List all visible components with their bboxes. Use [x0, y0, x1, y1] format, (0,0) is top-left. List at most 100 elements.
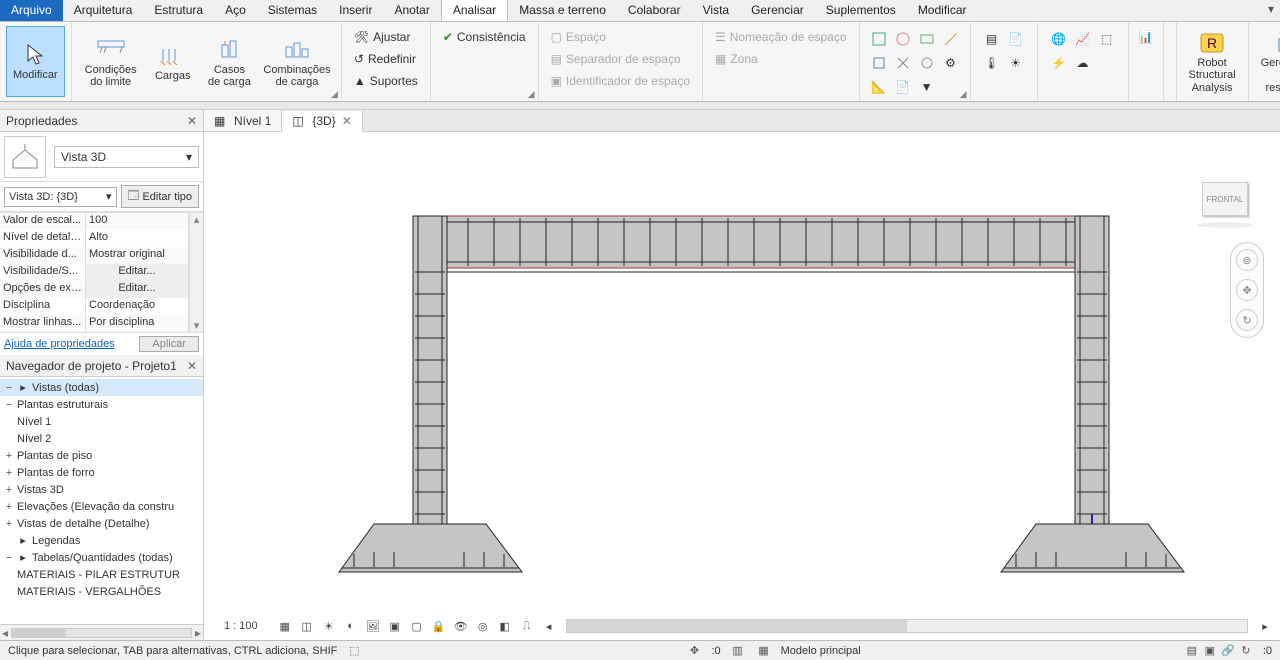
property-row[interactable]: Valor de escal...100	[0, 213, 189, 230]
tool-icon[interactable]	[868, 52, 890, 74]
tree-node[interactable]: MATERIAIS - PILAR ESTRUTUR	[0, 566, 203, 583]
tree-twisty-icon[interactable]: +	[4, 484, 14, 496]
tree-twisty-icon[interactable]: −	[4, 382, 14, 394]
tab-aco[interactable]: Aço	[214, 0, 257, 21]
results-manager-button[interactable]: Gerenciador de resultados	[1255, 26, 1280, 97]
scroll-left-icon[interactable]: ◂	[540, 617, 558, 635]
property-edit-button[interactable]: Editar...	[86, 264, 189, 281]
report-icon[interactable]: 📄	[1005, 28, 1027, 50]
tree-twisty-icon[interactable]: +	[4, 450, 14, 462]
tree-node[interactable]: ▸Legendas	[0, 532, 203, 549]
boundary-conditions-button[interactable]: Condições do limite	[78, 26, 144, 98]
properties-help-link[interactable]: Ajuda de propriedades	[4, 338, 115, 350]
workset-icon[interactable]: ▤	[1183, 642, 1201, 660]
tree-twisty-icon[interactable]: −	[4, 552, 14, 564]
tab-analisar[interactable]: Analisar	[441, 0, 508, 21]
close-icon[interactable]: ✕	[187, 114, 197, 128]
property-value[interactable]: 100	[86, 213, 189, 230]
consistency-button[interactable]: ✔Consistência	[437, 26, 532, 48]
doctab-3d[interactable]: ◫ {3D} ✕	[282, 111, 362, 132]
tool-icon[interactable]	[940, 28, 962, 50]
adjust-button[interactable]: 🛠Ajustar	[348, 26, 417, 48]
reset-button[interactable]: ↺Redefinir	[348, 48, 422, 70]
globe-icon[interactable]: 🌐	[1048, 28, 1070, 50]
view-instance-selector[interactable]: Vista 3D: {3D} ▾	[4, 187, 117, 207]
tab-colaborar[interactable]: Colaborar	[617, 0, 692, 21]
tool-icon[interactable]: ▼	[916, 76, 938, 98]
close-icon[interactable]: ✕	[187, 359, 197, 373]
tab-gerenciar[interactable]: Gerenciar	[740, 0, 815, 21]
heat-icon[interactable]: 🌡	[981, 52, 1003, 74]
scroll-left-icon[interactable]: ◂	[2, 626, 8, 640]
tree-twisty-icon[interactable]: −	[4, 399, 14, 411]
gen-icon[interactable]: ⬚	[1096, 28, 1118, 50]
property-row[interactable]: Mostrar linhas...Por disciplina	[0, 315, 189, 332]
type-selector[interactable]: Vista 3D ▾	[54, 146, 199, 168]
loads-button[interactable]: Cargas	[146, 26, 200, 98]
supports-button[interactable]: ▲Suportes	[348, 70, 424, 92]
scale-label[interactable]: 1 : 100	[210, 620, 272, 632]
nav-orbit-icon[interactable]: ↻	[1236, 309, 1258, 331]
chart-icon[interactable]: 📈	[1072, 28, 1094, 50]
view-cube-face[interactable]: FRONTAL	[1202, 182, 1248, 216]
property-row[interactable]: Visibilidade/S...Editar...	[0, 264, 189, 281]
property-value[interactable]: Mostrar original	[86, 247, 189, 264]
energy-icon[interactable]: ⚡	[1048, 52, 1070, 74]
tree-twisty-icon[interactable]: +	[4, 467, 14, 479]
sun-path-icon[interactable]: ☀	[320, 617, 338, 635]
tree-node[interactable]: +Vistas 3D	[0, 481, 203, 498]
schedule-icon[interactable]: ▤	[981, 28, 1003, 50]
doctab-nivel1[interactable]: ▦ Nível 1	[204, 110, 282, 131]
tab-anotar[interactable]: Anotar	[383, 0, 440, 21]
tab-vista[interactable]: Vista	[692, 0, 740, 21]
tool-icon[interactable]	[916, 28, 938, 50]
tree-node[interactable]: −▸Vistas (todas)	[0, 379, 203, 396]
property-row[interactable]: Visibilidade d...Mostrar original	[0, 247, 189, 264]
scroll-thumb[interactable]	[12, 629, 66, 637]
tab-file[interactable]: Arquivo	[0, 0, 63, 21]
property-value[interactable]: Coordenação	[86, 298, 189, 315]
tree-node[interactable]: +Elevações (Elevação da constru	[0, 498, 203, 515]
tab-modificar[interactable]: Modificar	[907, 0, 978, 21]
nav-zoom-icon[interactable]: ⊚	[1236, 249, 1258, 271]
tool-icon[interactable]: 📄	[892, 76, 914, 98]
tree-twisty-icon[interactable]: +	[4, 518, 14, 530]
scroll-track[interactable]	[11, 628, 192, 638]
crop-icon[interactable]: ▣	[386, 617, 404, 635]
optimize-icon[interactable]: 📊	[1135, 26, 1157, 48]
tree-node[interactable]: −Plantas estruturais	[0, 396, 203, 413]
modify-button[interactable]: Modificar	[6, 26, 65, 97]
browser-hscroll[interactable]: ◂ ▸	[0, 624, 203, 640]
tree-node[interactable]: MATERIAIS - VERGALHÕES	[0, 583, 203, 600]
view-hscroll[interactable]	[566, 619, 1248, 633]
sync-icon[interactable]: ↻	[1237, 642, 1255, 660]
property-value[interactable]: Alto	[86, 230, 189, 247]
tab-estrutura[interactable]: Estrutura	[143, 0, 214, 21]
tree-node[interactable]: +Plantas de forro	[0, 464, 203, 481]
status-icon[interactable]: ⬚	[345, 642, 363, 660]
rendering-icon[interactable]: 🖼	[364, 617, 382, 635]
tree-node[interactable]: +Vistas de detalhe (Detalhe)	[0, 515, 203, 532]
nav-pan-icon[interactable]: ✥	[1236, 279, 1258, 301]
tab-massa[interactable]: Massa e terreno	[508, 0, 617, 21]
design-options-icon[interactable]: ▣	[1201, 642, 1219, 660]
tool-icon[interactable]	[868, 28, 890, 50]
reveal-icon[interactable]: ◎	[474, 617, 492, 635]
tool-icon[interactable]: ⚙	[940, 52, 962, 74]
robot-button[interactable]: R Robot Structural Analysis	[1183, 26, 1242, 97]
temp-hide-icon[interactable]: 👁	[452, 617, 470, 635]
lock-icon[interactable]: 🔒	[430, 617, 448, 635]
crop-region-icon[interactable]: ▢	[408, 617, 426, 635]
tool-icon[interactable]	[892, 28, 914, 50]
scroll-down-icon[interactable]: ▾	[194, 319, 200, 332]
tree-node[interactable]: Nível 1	[0, 413, 203, 430]
tree-node[interactable]: +Plantas de piso	[0, 447, 203, 464]
constraints-icon[interactable]: ⎍	[518, 617, 536, 635]
property-value[interactable]: Por disciplina	[86, 315, 189, 332]
tree-node[interactable]: Nível 2	[0, 430, 203, 447]
tree-twisty-icon[interactable]: +	[4, 501, 14, 513]
model-icon[interactable]: ▦	[755, 642, 773, 660]
edit-type-button[interactable]: 🗔Editar tipo	[121, 185, 199, 208]
select-icon[interactable]: ✥	[685, 642, 703, 660]
property-row[interactable]: DisciplinaCoordenação	[0, 298, 189, 315]
